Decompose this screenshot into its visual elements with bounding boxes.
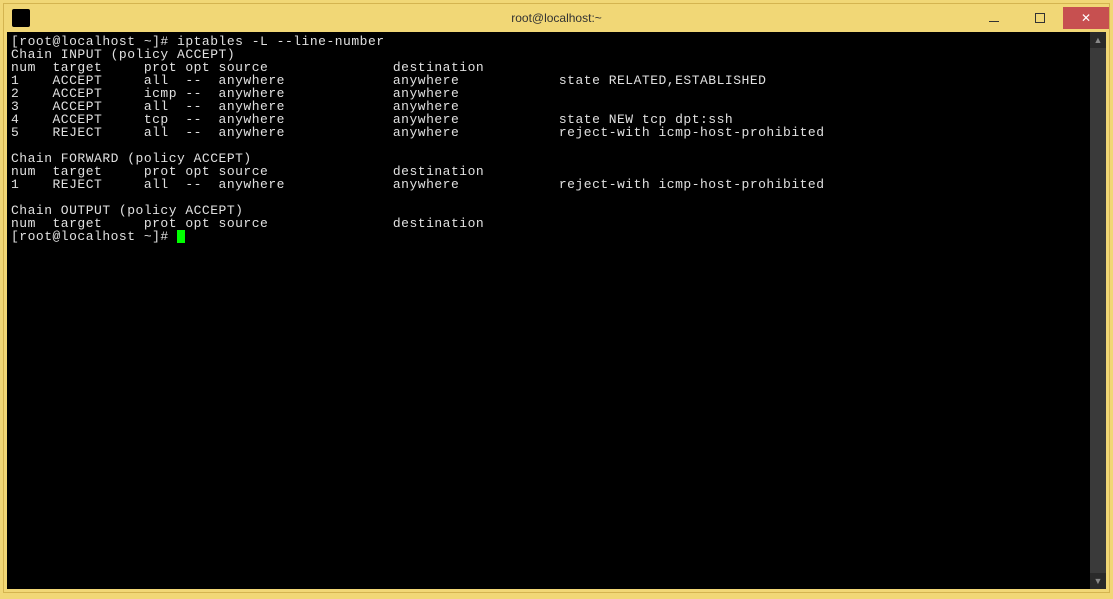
rule-line: 5 REJECT all -- anywhere anywhere reject… bbox=[11, 125, 833, 140]
maximize-button[interactable] bbox=[1017, 7, 1063, 29]
terminal-container: [root@localhost ~]# iptables -L --line-n… bbox=[7, 32, 1106, 589]
close-button[interactable]: ✕ bbox=[1063, 7, 1109, 29]
window-title: root@localhost:~ bbox=[511, 11, 602, 25]
titlebar[interactable]: root@localhost:~ ✕ bbox=[4, 4, 1109, 32]
cursor bbox=[177, 230, 185, 243]
terminal-output[interactable]: [root@localhost ~]# iptables -L --line-n… bbox=[7, 32, 1090, 589]
rule-line: 1 REJECT all -- anywhere anywhere reject… bbox=[11, 177, 833, 192]
scroll-down-button[interactable]: ▼ bbox=[1090, 573, 1106, 589]
vertical-scrollbar[interactable]: ▲ ▼ bbox=[1090, 32, 1106, 589]
scroll-up-button[interactable]: ▲ bbox=[1090, 32, 1106, 48]
app-icon bbox=[12, 9, 30, 27]
prompt: [root@localhost ~]# bbox=[11, 229, 177, 244]
window-controls: ✕ bbox=[971, 7, 1109, 29]
terminal-window: root@localhost:~ ✕ [root@localhost ~]# i… bbox=[3, 3, 1110, 593]
scroll-thumb[interactable] bbox=[1090, 48, 1106, 573]
minimize-button[interactable] bbox=[971, 7, 1017, 29]
